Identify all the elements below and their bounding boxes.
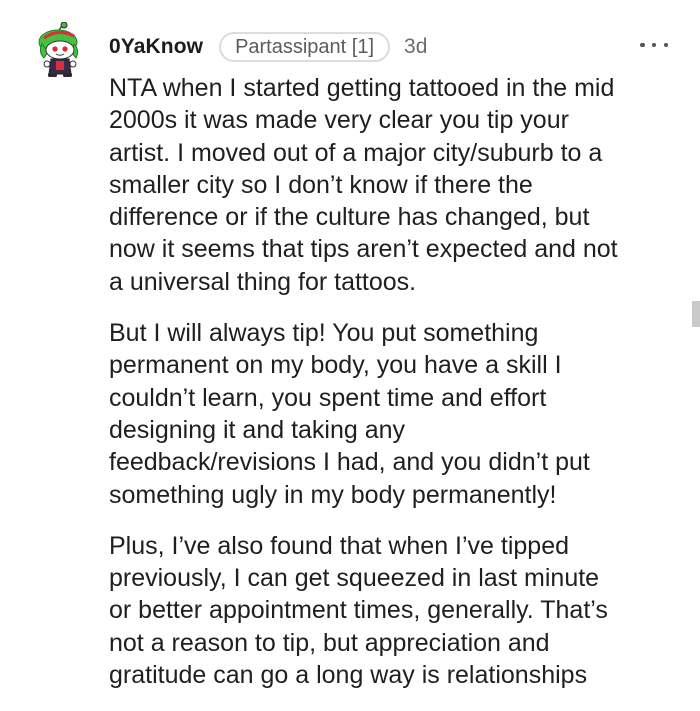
more-options-button[interactable] bbox=[640, 37, 668, 53]
more-horizontal-icon bbox=[640, 42, 645, 48]
comment-header: 0YaKnow Partassipant [1] 3d bbox=[109, 30, 427, 64]
comment-body: NTA when I started getting tattooed in t… bbox=[109, 72, 679, 710]
scrollbar-thumb[interactable] bbox=[692, 301, 700, 327]
text-line: or better appointment times, generally. … bbox=[109, 596, 608, 625]
text-line: difference or if the culture has changed… bbox=[109, 203, 590, 232]
more-horizontal-icon bbox=[663, 42, 668, 48]
text-line: a universal thing for tattoos. bbox=[109, 267, 417, 296]
text-line: NTA when I started getting tattooed in t… bbox=[109, 74, 615, 102]
comment-paragraph: NTA when I started getting tattooed in t… bbox=[109, 72, 679, 298]
text-line: But I will always tip! You put something bbox=[109, 319, 539, 348]
text-line: designing it and taking any bbox=[109, 415, 406, 444]
text-line: gratitude can go a long way is relations… bbox=[109, 661, 588, 690]
text-line: permanent on my body, you have a skill I bbox=[109, 351, 562, 380]
comment-age: 3d bbox=[404, 35, 428, 58]
text-line: smaller city so I don’t know if there th… bbox=[109, 170, 533, 199]
user-avatar[interactable] bbox=[36, 21, 84, 78]
text-line: feedback/revisions I had, and you didn’t… bbox=[109, 448, 590, 477]
text-line: Plus, I’ve also found that when I’ve tip… bbox=[109, 531, 570, 560]
comment-paragraph: Plus, I’ve also found that when I’ve tip… bbox=[109, 530, 679, 691]
text-line: 2000s it was made very clear you tip you… bbox=[109, 106, 569, 135]
text-line: couldn’t learn, you spent time and effor… bbox=[109, 383, 547, 412]
comment: 0YaKnow Partassipant [1] 3d NTA when I s… bbox=[0, 0, 700, 711]
text-line: something ugly in my body permanently! bbox=[109, 480, 557, 509]
snoo-avatar-icon bbox=[38, 21, 79, 77]
text-line: not a reason to tip, but appreciation an… bbox=[109, 628, 550, 657]
text-line: now it seems that tips aren’t expected a… bbox=[109, 235, 618, 264]
text-line: artist. I moved out of a major city/subu… bbox=[109, 138, 603, 167]
text-line: previously, I can get squeezed in last m… bbox=[109, 564, 600, 593]
username-link[interactable]: 0YaKnow bbox=[109, 35, 203, 59]
more-horizontal-icon bbox=[651, 42, 657, 48]
comment-paragraph: But I will always tip! You put something… bbox=[109, 317, 679, 511]
user-flair-badge: Partassipant [1] bbox=[219, 32, 391, 62]
